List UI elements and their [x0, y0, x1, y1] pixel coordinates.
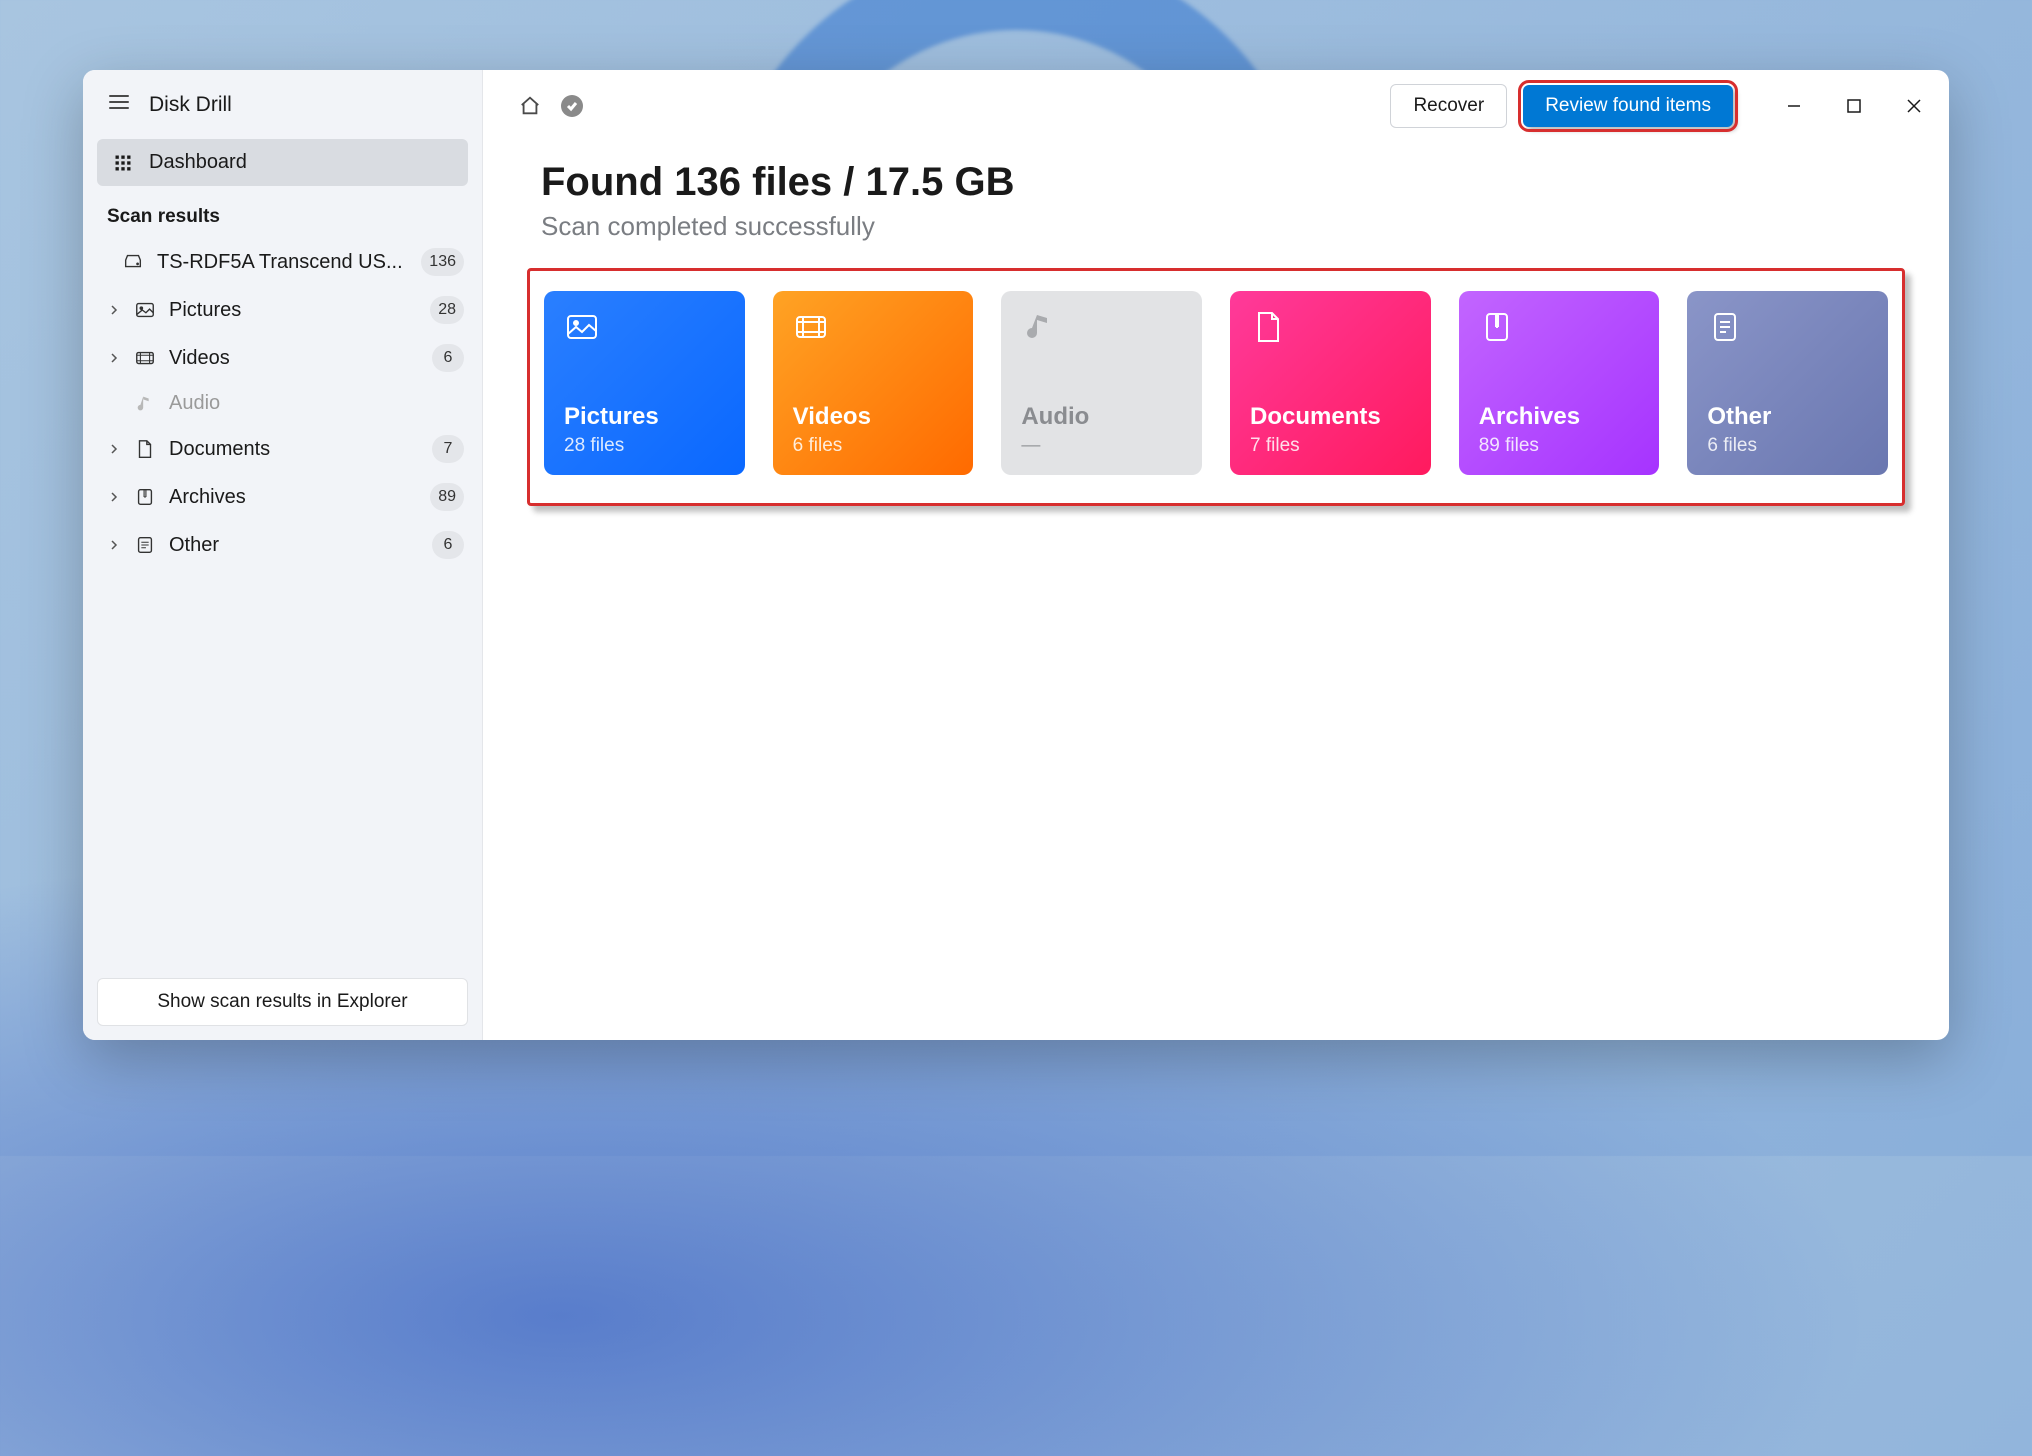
card-title: Documents — [1250, 403, 1411, 431]
archives-icon — [1479, 309, 1640, 349]
app-title: Disk Drill — [149, 93, 232, 117]
grid-icon — [113, 153, 133, 173]
card-sub: 89 files — [1479, 435, 1640, 457]
maximize-icon[interactable] — [1839, 91, 1869, 121]
sidebar-item-label: Pictures — [169, 299, 418, 322]
pictures-icon — [133, 299, 157, 321]
count-badge: 6 — [432, 531, 464, 559]
scan-results-header: Scan results — [83, 190, 482, 238]
chevron-right-icon — [107, 540, 121, 550]
check-complete-icon — [559, 93, 585, 119]
card-audio[interactable]: Audio — — [1001, 291, 1202, 475]
home-icon[interactable] — [517, 93, 543, 119]
chevron-right-icon — [107, 305, 121, 315]
card-sub: 28 files — [564, 435, 725, 457]
sidebar-item-label: Videos — [169, 347, 420, 370]
card-title: Archives — [1479, 403, 1640, 431]
sidebar-item-label: Other — [169, 534, 420, 557]
count-badge: 7 — [432, 435, 464, 463]
card-documents[interactable]: Documents 7 files — [1230, 291, 1431, 475]
sidebar-item-device[interactable]: TS-RDF5A Transcend US... 136 — [83, 238, 482, 286]
sidebar-item-videos[interactable]: Videos 6 — [83, 334, 482, 382]
videos-icon — [793, 309, 954, 349]
card-sub: 6 files — [1707, 435, 1868, 457]
menu-icon[interactable] — [107, 90, 131, 119]
card-videos[interactable]: Videos 6 files — [773, 291, 974, 475]
count-badge: 6 — [432, 344, 464, 372]
minimize-icon[interactable] — [1779, 91, 1809, 121]
sidebar-item-audio[interactable]: Audio — [83, 382, 482, 425]
card-sub: — — [1021, 435, 1182, 457]
card-archives[interactable]: Archives 89 files — [1459, 291, 1660, 475]
sidebar-item-other[interactable]: Other 6 — [83, 521, 482, 569]
sidebar-item-pictures[interactable]: Pictures 28 — [83, 286, 482, 334]
drive-icon — [121, 251, 145, 273]
documents-icon — [133, 438, 157, 460]
card-title: Videos — [793, 403, 954, 431]
card-title: Audio — [1021, 403, 1182, 431]
card-pictures[interactable]: Pictures 28 files — [544, 291, 745, 475]
count-badge: 28 — [430, 296, 464, 324]
card-title: Other — [1707, 403, 1868, 431]
videos-icon — [133, 347, 157, 369]
card-title: Pictures — [564, 403, 725, 431]
device-label: TS-RDF5A Transcend US... — [157, 251, 409, 274]
main-content: Recover Review found items Found 136 fil… — [483, 70, 1949, 1040]
sidebar-item-documents[interactable]: Documents 7 — [83, 425, 482, 473]
audio-icon — [133, 393, 157, 415]
sidebar-dashboard-label: Dashboard — [149, 151, 247, 174]
sidebar-top: Disk Drill — [83, 70, 482, 135]
chevron-right-icon — [107, 444, 121, 454]
sidebar: Disk Drill Dashboard Scan results TS-RDF… — [83, 70, 483, 1040]
sidebar-item-label: Archives — [169, 486, 418, 509]
pictures-icon — [564, 309, 725, 349]
card-other[interactable]: Other 6 files — [1687, 291, 1888, 475]
other-icon — [133, 534, 157, 556]
count-badge: 89 — [430, 483, 464, 511]
show-in-explorer-button[interactable]: Show scan results in Explorer — [97, 978, 468, 1026]
category-cards: Pictures 28 files Videos 6 files Audio —… — [527, 268, 1905, 506]
documents-icon — [1250, 309, 1411, 349]
results-subheading: Scan completed successfully — [541, 211, 1891, 242]
recover-button[interactable]: Recover — [1390, 84, 1507, 128]
results-heading: Found 136 files / 17.5 GB — [541, 160, 1891, 205]
close-icon[interactable] — [1899, 91, 1929, 121]
audio-icon — [1021, 309, 1182, 349]
titlebar: Recover Review found items — [483, 70, 1949, 142]
sidebar-item-label: Documents — [169, 438, 420, 461]
card-sub: 6 files — [793, 435, 954, 457]
sidebar-item-label: Audio — [169, 392, 464, 415]
card-sub: 7 files — [1250, 435, 1411, 457]
chevron-right-icon — [107, 353, 121, 363]
device-count: 136 — [421, 248, 464, 276]
app-window: Disk Drill Dashboard Scan results TS-RDF… — [83, 70, 1949, 1040]
other-icon — [1707, 309, 1868, 349]
sidebar-item-dashboard[interactable]: Dashboard — [97, 139, 468, 186]
sidebar-item-archives[interactable]: Archives 89 — [83, 473, 482, 521]
window-controls — [1779, 91, 1929, 121]
review-found-items-button[interactable]: Review found items — [1523, 85, 1733, 127]
chevron-right-icon — [107, 492, 121, 502]
archives-icon — [133, 486, 157, 508]
